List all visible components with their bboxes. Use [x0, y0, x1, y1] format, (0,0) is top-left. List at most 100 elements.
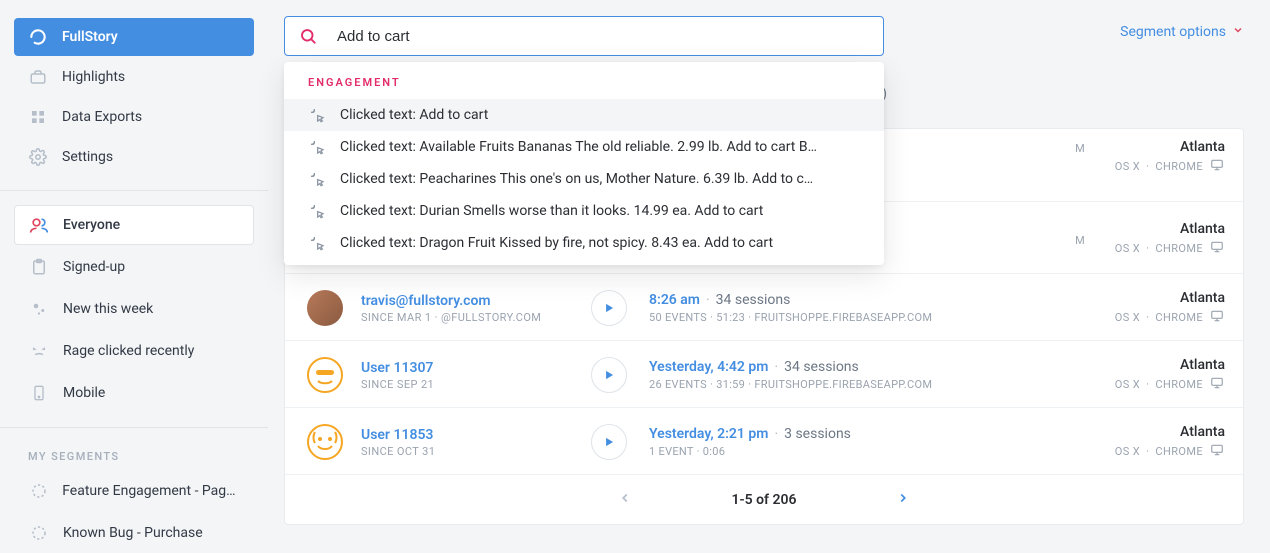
suggestion-prefix: Clicked text: [340, 171, 419, 187]
play-button[interactable] [591, 290, 627, 326]
suggestion-item[interactable]: Clicked text: Peacharines This one's on … [284, 163, 884, 195]
desktop-icon [1209, 309, 1225, 326]
segment-label: Everyone [63, 217, 120, 233]
user-col: travis@fullstory.com SINCE MAR 1 · @FULL… [361, 293, 591, 324]
pager-label: 1-5 of 206 [732, 492, 797, 508]
location-col: Atlanta OS X·CHROME [1085, 424, 1225, 460]
pager: 1-5 of 206 [285, 474, 1243, 524]
search-bar[interactable] [284, 16, 884, 56]
segment-label: Rage clicked recently [63, 343, 194, 359]
my-segment-feature-engagement[interactable]: Feature Engagement - Page … [14, 471, 254, 511]
nav-label: FullStory [62, 29, 118, 45]
user-link[interactable]: User 11307 [361, 360, 591, 376]
location-text: Atlanta [1085, 221, 1225, 237]
suggestion-prefix: Clicked text: [340, 139, 419, 155]
my-segments-heading: MY SEGMENTS [28, 450, 268, 463]
nav-data-exports[interactable]: Data Exports [14, 98, 254, 136]
env-text: OS X·CHROME [1085, 443, 1225, 460]
segment-new-this-week[interactable]: New this week [14, 289, 254, 329]
desktop-icon [1209, 240, 1225, 257]
session-col: Yesterday, 4:42 pm34 sessions 26 EVENTS … [649, 359, 1085, 391]
users-icon [29, 215, 49, 235]
main-content: Segment options 0%) ENGAGEMENT Clicked t… [284, 0, 1270, 550]
user-subline: SINCE MAR 1 · @FULLSTORY.COM [361, 311, 591, 324]
suggestion-item[interactable]: Clicked text: Add to cart [284, 99, 884, 131]
segment-signed-up[interactable]: Signed-up [14, 247, 254, 287]
sidebar: FullStory Highlights Data Exports Settin… [0, 0, 268, 550]
gear-icon [28, 147, 48, 167]
search-suggestions: ENGAGEMENT Clicked text: Add to cart Cli… [284, 62, 884, 265]
avatar [307, 424, 343, 460]
location-col: Atlanta OS X·CHROME [1085, 221, 1225, 257]
env-text: OS X·CHROME [1085, 158, 1225, 175]
user-link[interactable]: User 11853 [361, 427, 591, 443]
segment-options-label: Segment options [1120, 24, 1226, 40]
my-segment-known-bug[interactable]: Known Bug - Purchase [14, 513, 254, 553]
segment-options-link[interactable]: Segment options [1120, 24, 1244, 40]
session-col: 8:26 am34 sessions 50 EVENTS · 51:23 · F… [649, 292, 1085, 324]
env-text: OS X·CHROME [1085, 309, 1225, 326]
session-count: 34 sessions [716, 292, 791, 308]
session-time: 8:26 am [649, 292, 700, 308]
suggestion-item[interactable]: Clicked text: Durian Smells worse than i… [284, 195, 884, 227]
user-subline: SINCE SEP 21 [361, 378, 591, 391]
avatar [307, 357, 343, 393]
location-col: Atlanta OS X·CHROME [1085, 357, 1225, 393]
session-col: Yesterday, 2:21 pm 3 sessions 1 EVENT · 0… [649, 426, 1085, 458]
segment-label: Signed-up [63, 259, 125, 275]
suggestion-item[interactable]: Clicked text: Dragon Fruit Kissed by fir… [284, 227, 884, 259]
suggestions-heading: ENGAGEMENT [284, 76, 884, 99]
session-count: 3 sessions [784, 426, 851, 442]
spinner-dashed-icon [29, 523, 49, 543]
angry-face-icon [29, 341, 49, 361]
env-text: OS X·CHROME [1085, 240, 1225, 257]
pager-prev[interactable] [618, 491, 632, 509]
location-text: Atlanta [1085, 290, 1225, 306]
suggestion-text: Available Fruits Bananas The old reliabl… [419, 139, 817, 155]
spinner-dashed-icon [29, 481, 48, 501]
chevron-down-icon [1232, 24, 1244, 40]
play-button[interactable] [591, 357, 627, 393]
suggestion-text: Durian Smells worse than it looks. 14.99… [419, 203, 763, 219]
briefcase-icon [28, 67, 48, 87]
nav-settings[interactable]: Settings [14, 138, 254, 176]
pager-next[interactable] [896, 491, 910, 509]
session-time: Yesterday, 2:21 pm [649, 426, 768, 442]
play-button[interactable] [591, 424, 627, 460]
segment-label: Known Bug - Purchase [63, 525, 203, 541]
env-text: OS X·CHROME [1085, 376, 1225, 393]
desktop-icon [1209, 443, 1225, 460]
nav-highlights[interactable]: Highlights [14, 58, 254, 96]
nav-label: Highlights [62, 69, 125, 85]
sparkle-icon [29, 299, 49, 319]
suggestion-text: Add to cart [419, 107, 488, 123]
session-count: 34 sessions [784, 359, 859, 375]
nav-label: Settings [62, 149, 113, 165]
search-input[interactable] [337, 28, 869, 45]
session-row[interactable]: travis@fullstory.com SINCE MAR 1 · @FULL… [285, 273, 1243, 340]
session-detail-line: 1 EVENT · 0:06 [649, 445, 1085, 458]
mobile-icon [29, 383, 49, 403]
suggestion-text: Peacharines This one's on us, Mother Nat… [419, 171, 813, 187]
segment-rage-clicked[interactable]: Rage clicked recently [14, 331, 254, 371]
desktop-icon [1209, 158, 1225, 175]
session-row[interactable]: User 11853 SINCE OCT 31 Yesterday, 2:21 … [285, 407, 1243, 474]
segment-mobile[interactable]: Mobile [14, 373, 254, 413]
suggestion-prefix: Clicked text: [340, 235, 419, 251]
location-text: Atlanta [1085, 357, 1225, 373]
brand-logo-icon [28, 27, 48, 47]
suggestion-prefix: Clicked text: [340, 107, 419, 123]
desktop-icon [1209, 376, 1225, 393]
segment-everyone[interactable]: Everyone [14, 205, 254, 245]
suggestion-text: Dragon Fruit Kissed by fire, not spicy. … [419, 235, 773, 251]
click-icon [308, 170, 326, 188]
user-subline: SINCE OCT 31 [361, 445, 591, 458]
segment-label: Feature Engagement - Page … [62, 483, 239, 499]
nav-brand[interactable]: FullStory [14, 18, 254, 56]
session-detail-line: 26 EVENTS · 31:59 · FRUITSHOPPE.FIREBASE… [649, 378, 1085, 391]
user-link[interactable]: travis@fullstory.com [361, 293, 591, 309]
user-col: User 11307 SINCE SEP 21 [361, 360, 591, 391]
segment-label: New this week [63, 301, 153, 317]
suggestion-item[interactable]: Clicked text: Available Fruits Bananas T… [284, 131, 884, 163]
session-row[interactable]: User 11307 SINCE SEP 21 Yesterday, 4:42 … [285, 340, 1243, 407]
